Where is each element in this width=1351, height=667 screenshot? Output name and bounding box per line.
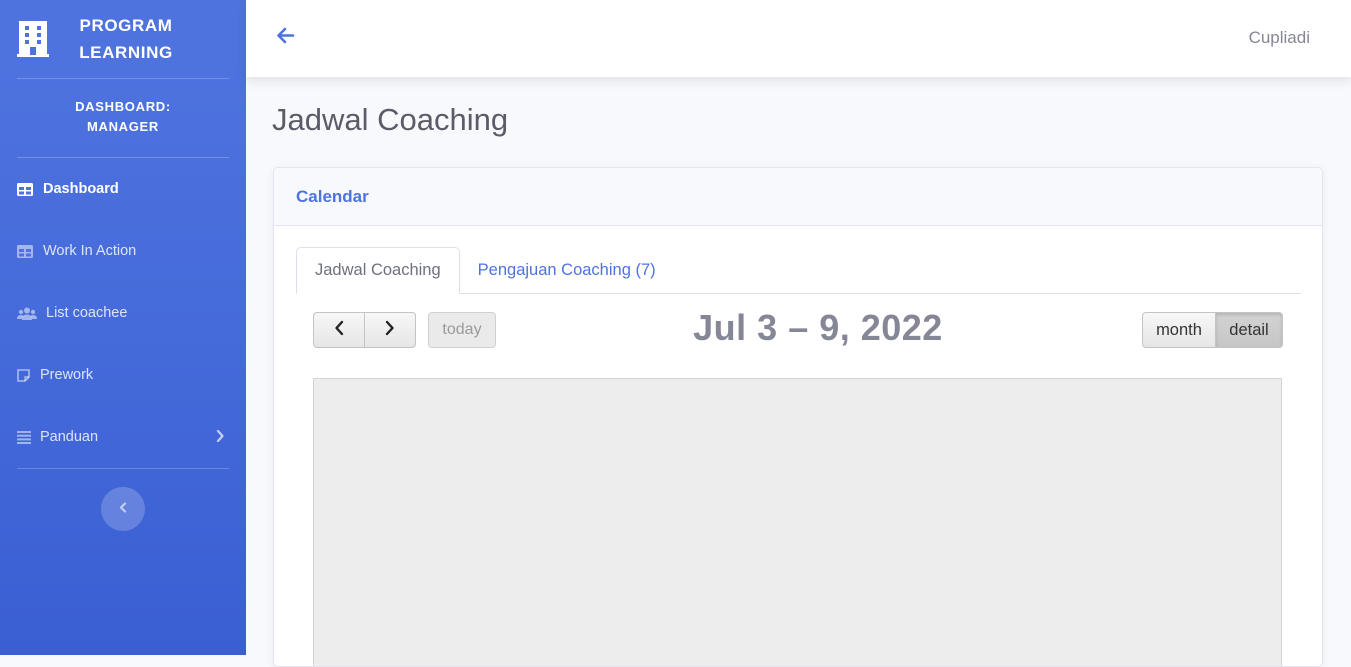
tab-jadwal-coaching[interactable]: Jadwal Coaching (296, 247, 460, 294)
user-name[interactable]: Cupliadi (1249, 28, 1310, 48)
topbar: Cupliadi (246, 0, 1351, 77)
chevron-right-icon (385, 320, 395, 341)
card-header: Calendar (274, 168, 1322, 226)
sidebar-toggle-wrap (0, 469, 246, 531)
calendar-title: Jul 3 – 9, 2022 (693, 307, 943, 348)
table-icon (17, 244, 35, 258)
calendar-view-area[interactable] (313, 378, 1282, 666)
page-title: Jadwal Coaching (272, 102, 509, 137)
sidebar-brand[interactable]: PROGRAM LEARNING (0, 0, 246, 78)
sidebar-item-label: Dashboard (43, 181, 119, 197)
sidebar-item-work-in-action[interactable]: Work In Action (0, 220, 246, 282)
view-button-group: month detail (1142, 312, 1283, 348)
sidebar-item-panduan[interactable]: Panduan (0, 406, 246, 468)
detail-view-label: detail (1229, 320, 1269, 339)
sidebar-heading-line-2: MANAGER (86, 119, 160, 134)
month-view-button[interactable]: month (1142, 312, 1216, 348)
brand-line-1: PROGRAM (79, 16, 173, 35)
sidebar-item-label: Prework (40, 367, 94, 383)
prev-button[interactable] (313, 312, 365, 348)
users-icon (17, 306, 38, 320)
sidebar-heading-line-1: DASHBOARD: (75, 99, 171, 114)
sidebar-item-list-coachee[interactable]: List coachee (0, 282, 246, 344)
tab-label: Jadwal Coaching (315, 261, 441, 279)
building-icon (17, 21, 49, 57)
chevron-left-icon (119, 500, 127, 518)
detail-view-button[interactable]: detail (1216, 312, 1283, 348)
tabs: Jadwal Coaching Pengajuan Coaching (7) (296, 247, 1301, 294)
sticky-note-icon (17, 368, 32, 382)
today-button[interactable]: today (428, 312, 496, 348)
next-button[interactable] (365, 312, 416, 348)
sidebar-item-prework[interactable]: Prework (0, 344, 246, 406)
sidebar-item-label: Panduan (40, 429, 99, 445)
sidebar: PROGRAM LEARNING DASHBOARD: MANAGER Dash… (0, 0, 246, 655)
today-label: today (442, 321, 482, 338)
chevron-right-icon (216, 429, 224, 446)
sidebar-item-label: List coachee (46, 305, 128, 321)
list-icon (17, 430, 32, 444)
table-icon (17, 182, 35, 196)
tab-pengajuan-coaching[interactable]: Pengajuan Coaching (7) (460, 247, 674, 293)
brand-line-2: LEARNING (79, 43, 173, 62)
sidebar-toggle-button[interactable] (101, 487, 145, 531)
sidebar-item-dashboard[interactable]: Dashboard (0, 158, 246, 220)
tab-label: Pengajuan Coaching (7) (477, 260, 656, 279)
sidebar-item-label: Work In Action (43, 243, 137, 259)
calendar-card: Calendar Jadwal Coaching Pengajuan Coach… (273, 167, 1323, 667)
chevron-left-icon (334, 320, 344, 341)
calendar-toolbar: today Jul 3 – 9, 2022 month detail (313, 307, 1283, 349)
sidebar-heading: DASHBOARD: MANAGER (0, 79, 246, 157)
back-button[interactable] (276, 27, 295, 49)
month-view-label: month (1156, 320, 1202, 339)
nav-button-group (313, 312, 416, 348)
arrow-left-icon (276, 27, 295, 48)
brand-name: PROGRAM LEARNING (71, 12, 181, 66)
card-title: Calendar (296, 186, 369, 206)
